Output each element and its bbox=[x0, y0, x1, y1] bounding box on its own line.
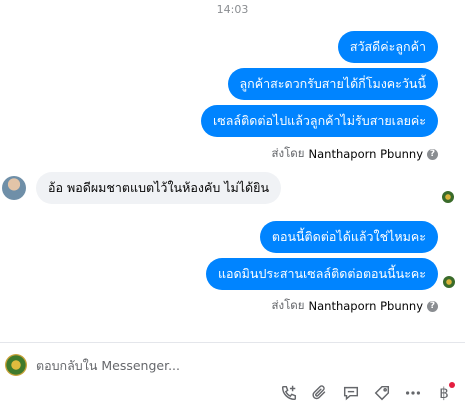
outgoing-message[interactable]: ลูกค้าสะดวกรับสายได้กี่โมงคะวันนี้ bbox=[227, 68, 438, 100]
dots-icon[interactable] bbox=[404, 384, 422, 402]
seen-avatar bbox=[442, 191, 454, 203]
page-avatar bbox=[5, 354, 27, 376]
sent-by-label: ส่งโดย Nanthaporn Pbunny ? bbox=[271, 145, 438, 163]
outgoing-message[interactable]: ตอนนี้ติดต่อได้แล้วใช่ไหมคะ bbox=[259, 221, 438, 253]
sender-name: Nanthaporn Pbunny bbox=[308, 147, 424, 161]
baht-icon[interactable]: ฿ bbox=[435, 382, 455, 402]
info-icon[interactable]: ? bbox=[427, 148, 438, 160]
sender-name: Nanthaporn Pbunny bbox=[308, 299, 424, 313]
phone-plus-icon[interactable] bbox=[280, 384, 298, 402]
outgoing-message[interactable]: แอดมินประสานเซลล์ติดต่อตอนนี้นะคะ bbox=[205, 258, 438, 290]
outgoing-message[interactable]: สวัสดีค่ะลูกค้า bbox=[337, 31, 438, 63]
notification-dot bbox=[449, 382, 455, 388]
seen-avatar bbox=[443, 276, 455, 288]
incoming-message[interactable]: อ้อ พอดีผมชาตแบตไว้ในห้องคับ ไม่ได้ยิน bbox=[36, 172, 282, 204]
saved-reply-icon[interactable] bbox=[342, 384, 360, 402]
tag-icon[interactable] bbox=[373, 384, 391, 402]
reply-input[interactable] bbox=[36, 358, 336, 373]
outgoing-message[interactable]: เซลล์ติดต่อไปแล้วลูกค้าไม่รับสายเลยค่ะ bbox=[201, 105, 438, 137]
paperclip-icon[interactable] bbox=[311, 384, 329, 402]
contact-avatar[interactable] bbox=[2, 176, 26, 200]
sent-by-prefix: ส่งโดย bbox=[271, 298, 305, 312]
timestamp: 14:03 bbox=[216, 3, 249, 16]
sent-by-prefix: ส่งโดย bbox=[271, 146, 305, 160]
composer-toolbar: ฿ bbox=[280, 382, 465, 402]
sent-by-label: ส่งโดย Nanthaporn Pbunny ? bbox=[271, 297, 438, 315]
baht-symbol: ฿ bbox=[439, 384, 449, 402]
info-icon[interactable]: ? bbox=[427, 300, 438, 312]
composer-divider bbox=[0, 342, 465, 343]
